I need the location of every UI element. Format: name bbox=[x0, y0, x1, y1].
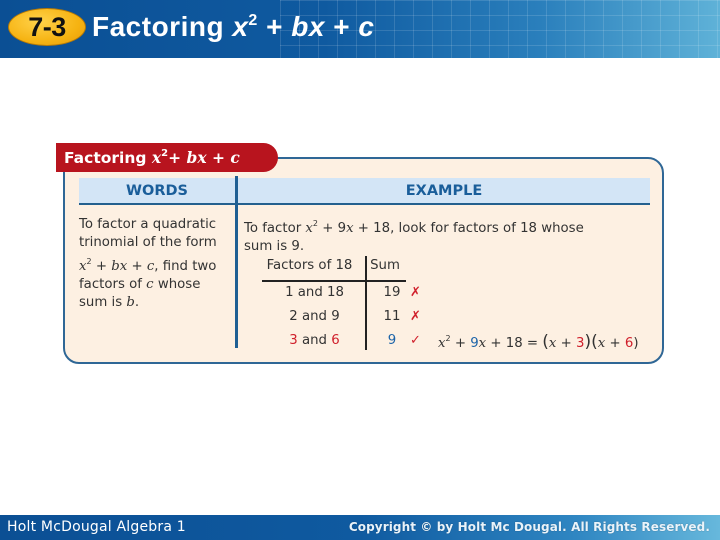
table-header-rule bbox=[262, 280, 406, 282]
paren: ( bbox=[542, 332, 549, 352]
sum-value: 11 bbox=[383, 309, 401, 324]
words-line: To factor a quadratic bbox=[79, 217, 217, 232]
x-mark-icon: ✗ bbox=[410, 285, 421, 300]
words-line: sum is b. bbox=[79, 294, 239, 312]
table-row: 1 and 18 19 ✗ bbox=[262, 285, 432, 307]
var-x: x bbox=[79, 258, 87, 274]
var-b: b bbox=[126, 295, 135, 311]
plus: + bbox=[91, 258, 112, 274]
title-text: Factoring bbox=[92, 11, 233, 42]
factor-a: 1 bbox=[285, 285, 294, 300]
header-factors: Factors of 18 bbox=[266, 258, 353, 273]
words-text: sum is bbox=[79, 295, 127, 311]
sum-value: 9 bbox=[387, 333, 397, 348]
example-line: To factor x2 + 9x + 18, look for factors… bbox=[244, 215, 644, 238]
var-x: x bbox=[438, 336, 446, 351]
table-row: 2 and 9 11 ✗ bbox=[262, 309, 432, 331]
slide-title: Factoring x2 + bx + c bbox=[92, 11, 374, 43]
sum-value: 19 bbox=[383, 285, 401, 300]
table-column-rule bbox=[365, 256, 367, 350]
factored-equation: x2 + 9x + 18 = (x + 3)(x + 6) bbox=[438, 332, 639, 352]
and-text: and bbox=[297, 333, 332, 348]
example-text: + 18, look for factors of 18 whose bbox=[353, 221, 584, 236]
and-text: and bbox=[293, 285, 328, 300]
factor-b: 6 bbox=[331, 333, 340, 348]
slide-header: 7-3 Factoring x2 + bx + c bbox=[0, 0, 720, 58]
plus: + bbox=[605, 336, 625, 351]
title-var-bx: bx bbox=[291, 11, 325, 42]
words-description: To factor a quadratic trinomial of the f… bbox=[79, 216, 239, 312]
publisher-label: Holt McDougal Algebra 1 bbox=[7, 519, 186, 535]
tab-var-x: x bbox=[151, 148, 162, 167]
copyright-text: Copyright © by Holt Mc Dougal. All Right… bbox=[348, 520, 710, 534]
var-bx: bx bbox=[111, 258, 128, 274]
paren: ) bbox=[633, 336, 639, 351]
example-header: EXAMPLE bbox=[238, 178, 650, 205]
header-sum: Sum bbox=[370, 258, 400, 273]
factor-b: 18 bbox=[327, 285, 344, 300]
tab-text: Factoring bbox=[64, 149, 152, 167]
slide-footer: Holt McDougal Algebra 1 Copyright © by H… bbox=[0, 515, 720, 540]
title-var-x: x bbox=[232, 11, 249, 42]
factor-pair: 2 and 9 bbox=[262, 309, 367, 324]
words-line: trinomial of the form bbox=[79, 235, 217, 251]
words-line: factors of c whose bbox=[79, 276, 239, 294]
x-mark-icon: ✗ bbox=[410, 309, 421, 324]
example-text: + 9 bbox=[318, 221, 347, 236]
lesson-number-badge: 7-3 bbox=[8, 8, 86, 46]
tab-var-bx: bx bbox=[186, 148, 207, 167]
title-plus: + bbox=[324, 11, 359, 42]
and-text: and bbox=[297, 309, 332, 324]
check-mark-icon: ✓ bbox=[410, 333, 421, 348]
var-x: x bbox=[346, 221, 354, 236]
example-line: sum is 9. bbox=[244, 239, 305, 254]
factor-table-header: Factors of 18 Sum bbox=[262, 258, 412, 280]
example-description: To factor x2 + 9x + 18, look for factors… bbox=[244, 215, 644, 256]
words-text: factors of bbox=[79, 276, 147, 292]
factor-3: 3 bbox=[576, 336, 585, 351]
title-exponent: 2 bbox=[248, 12, 258, 29]
factor-pair: 1 and 18 bbox=[262, 285, 367, 300]
title-plus: + bbox=[257, 11, 292, 42]
plus: + bbox=[556, 336, 577, 351]
var-x: x bbox=[305, 221, 313, 236]
words-line: x2 + bx + c, find two bbox=[79, 253, 239, 276]
title-var-c: c bbox=[358, 11, 375, 42]
factor-b: 9 bbox=[331, 309, 340, 324]
words-text: . bbox=[134, 295, 140, 311]
card-tab-title: Factoring x2+ bx + c bbox=[56, 143, 278, 172]
factor-a: 2 bbox=[289, 309, 298, 324]
plus: + bbox=[127, 258, 147, 274]
tab-plus: + bbox=[206, 149, 231, 167]
plus: + bbox=[450, 336, 471, 351]
words-header: WORDS bbox=[79, 178, 235, 205]
factor-pair: 3 and 6 bbox=[262, 333, 367, 348]
tab-var-c: c bbox=[230, 148, 240, 167]
words-text: , find two bbox=[154, 258, 217, 274]
coefficient-b: 9 bbox=[470, 336, 479, 351]
table-row: 3 and 6 9 ✓ bbox=[262, 333, 432, 355]
tab-plus: + bbox=[168, 149, 187, 167]
paren: ( bbox=[591, 332, 598, 352]
words-text: whose bbox=[153, 276, 201, 292]
example-text: To factor bbox=[244, 221, 306, 236]
equation-text: + 18 = bbox=[486, 336, 543, 351]
factor-a: 3 bbox=[289, 333, 298, 348]
var-c: c bbox=[146, 276, 154, 292]
